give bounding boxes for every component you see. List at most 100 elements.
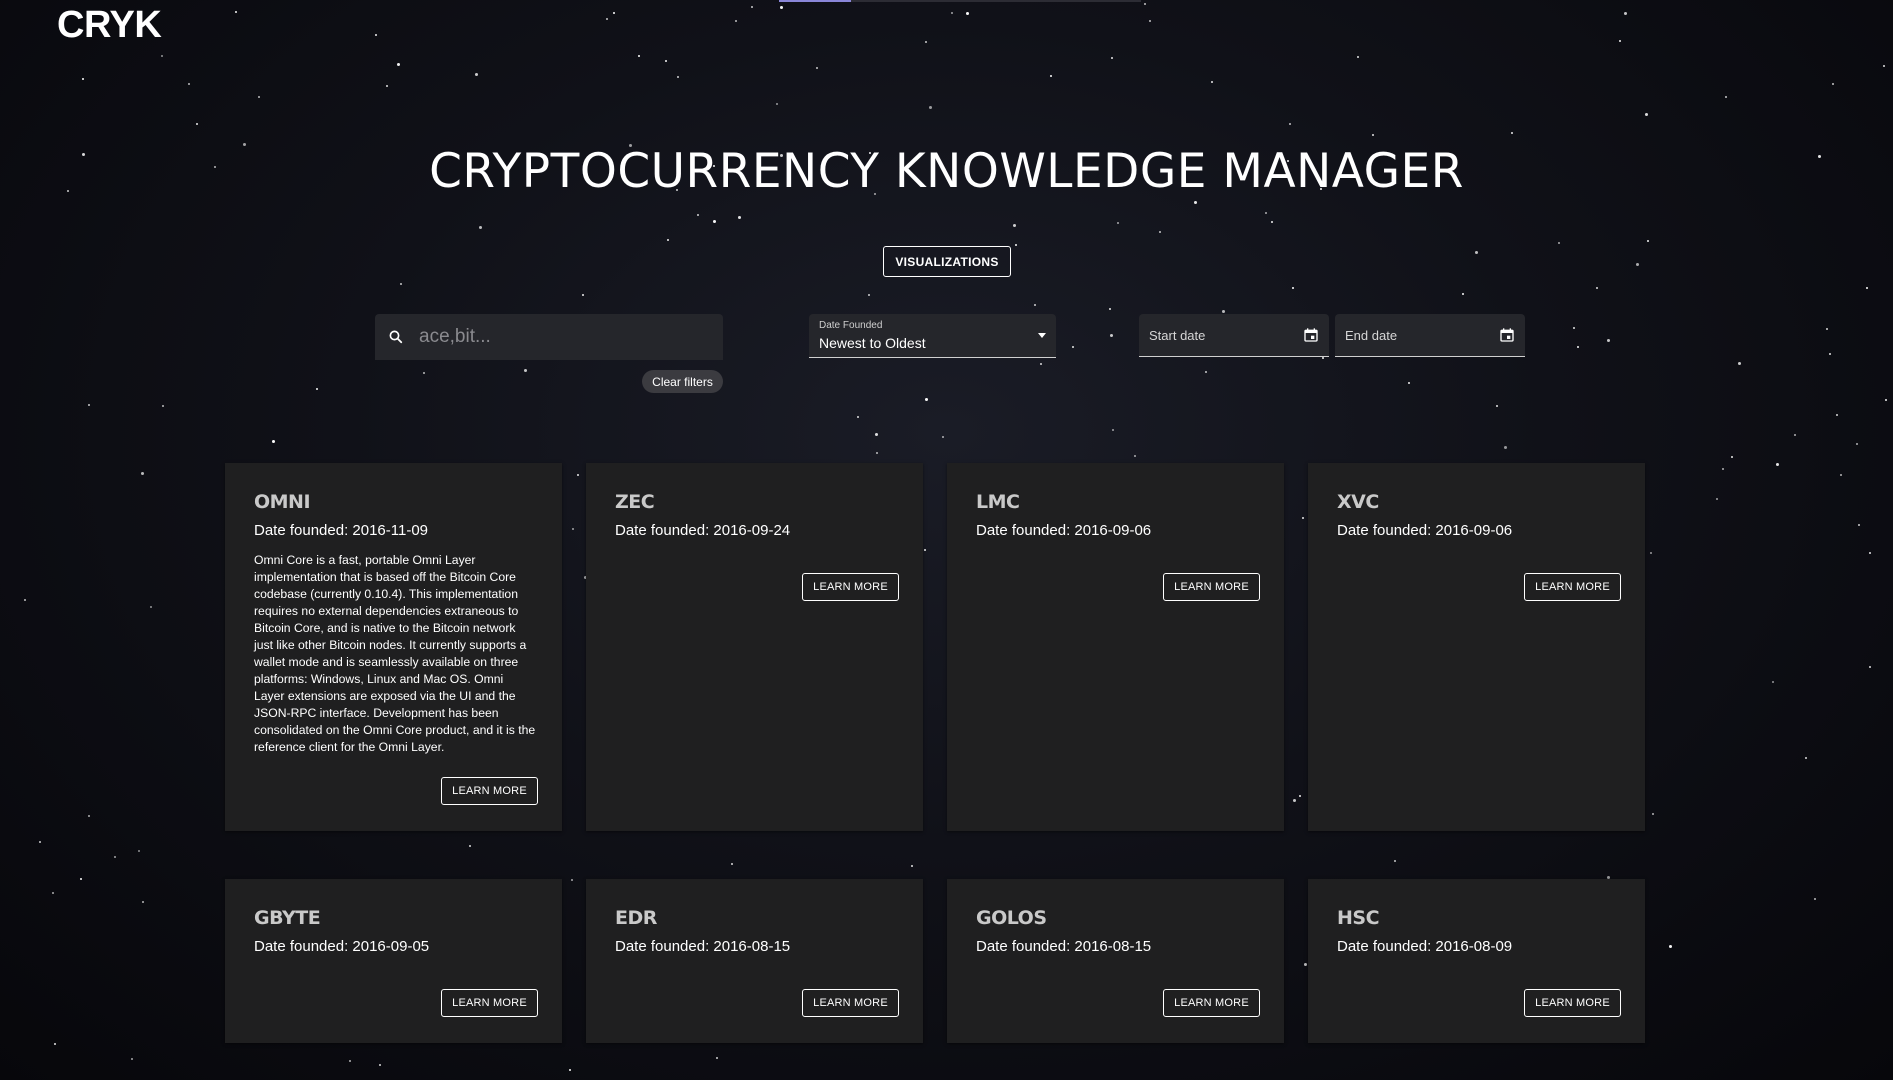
learn-more-button[interactable]: LEARN MORE: [441, 989, 538, 1017]
star-dot: [942, 436, 944, 438]
star-dot: [1869, 666, 1871, 668]
star-dot: [162, 405, 164, 407]
learn-more-button[interactable]: LEARN MORE: [1163, 989, 1260, 1017]
star-dot: [735, 20, 737, 22]
star-dot: [1504, 446, 1507, 449]
star-dot: [1408, 382, 1410, 384]
star-dot: [1299, 795, 1301, 797]
star-dot: [1211, 81, 1213, 83]
search-icon: [389, 330, 403, 344]
sort-select[interactable]: Date Founded Newest to Oldest: [809, 314, 1056, 358]
coin-date-founded: Date founded: 2016-09-06: [976, 522, 1152, 539]
coin-date-founded: Date founded: 2016-08-15: [615, 938, 791, 955]
star-dot: [1836, 414, 1838, 416]
star-dot: [1805, 757, 1807, 759]
star-dot: [1462, 293, 1464, 295]
coin-card: OMNI Date founded: 2016-11-09 Omni Core …: [225, 463, 562, 831]
progress-thumb: [779, 0, 851, 2]
learn-more-button[interactable]: LEARN MORE: [802, 989, 899, 1017]
coin-card: EDR Date founded: 2016-08-15 LEARN MORE: [586, 879, 923, 1043]
star-dot: [88, 404, 90, 406]
star-dot: [1159, 231, 1161, 233]
star-dot: [606, 18, 608, 20]
star-dot: [24, 599, 26, 601]
star-dot: [572, 528, 574, 530]
star-dot: [479, 226, 482, 229]
star-dot: [751, 6, 753, 8]
clear-filters-button[interactable]: Clear filters: [642, 370, 723, 393]
star-dot: [577, 474, 579, 476]
star-dot: [1725, 96, 1727, 98]
star-dot: [924, 549, 926, 551]
star-dot: [1205, 371, 1207, 373]
star-dot: [1645, 113, 1648, 116]
star-dot: [677, 76, 679, 78]
end-date-field[interactable]: End date: [1335, 314, 1525, 357]
star-dot: [1475, 251, 1478, 254]
star-dot: [1292, 287, 1294, 289]
star-dot: [379, 1064, 381, 1066]
star-dot: [375, 34, 377, 36]
star-dot: [141, 472, 144, 475]
star-dot: [386, 85, 388, 87]
start-date-placeholder: Start date: [1149, 327, 1206, 343]
star-dot: [1293, 799, 1296, 802]
coin-description: Omni Core is a fast, portable Omni Layer…: [254, 553, 536, 754]
visualizations-button[interactable]: VISUALIZATIONS: [883, 246, 1011, 277]
learn-more-button[interactable]: LEARN MORE: [1163, 573, 1260, 601]
star-dot: [868, 294, 870, 296]
page-title: CRYPTOCURRENCY KNOWLEDGE MANAGER: [429, 144, 1464, 199]
coin-symbol: LMC: [976, 491, 1020, 513]
coin-symbol: ZEC: [615, 491, 655, 513]
dropdown-caret-icon: [1038, 333, 1046, 338]
learn-more-button[interactable]: LEARN MORE: [802, 573, 899, 601]
star-dot: [1040, 363, 1042, 365]
coin-date-founded: Date founded: 2016-09-24: [615, 522, 791, 539]
star-dot: [1647, 240, 1649, 242]
star-dot: [1858, 524, 1860, 526]
star-dot: [1496, 405, 1498, 407]
calendar-icon[interactable]: [1303, 327, 1319, 343]
star-dot: [1511, 132, 1513, 134]
star-dot: [1304, 963, 1307, 966]
logo[interactable]: CRYK: [57, 4, 162, 47]
coin-card: GOLOS Date founded: 2016-08-15 LEARN MOR…: [947, 879, 1284, 1043]
learn-more-button[interactable]: LEARN MORE: [1524, 573, 1621, 601]
sort-select-label: Date Founded: [819, 320, 883, 331]
star-dot: [131, 1058, 133, 1060]
star-dot: [475, 73, 478, 76]
star-dot: [349, 1060, 351, 1062]
star-dot: [1357, 56, 1359, 58]
coin-symbol: HSC: [1337, 907, 1380, 929]
sort-select-value: Newest to Oldest: [819, 335, 926, 351]
star-dot: [423, 372, 425, 374]
star-dot: [235, 11, 237, 13]
coin-card: LMC Date founded: 2016-09-06 LEARN MORE: [947, 463, 1284, 831]
search-input[interactable]: [417, 316, 723, 358]
learn-more-button[interactable]: LEARN MORE: [1524, 989, 1621, 1017]
star-dot: [1034, 304, 1036, 306]
star-dot: [638, 55, 640, 57]
star-dot: [272, 440, 275, 443]
search-field[interactable]: [375, 314, 723, 360]
coin-card: ZEC Date founded: 2016-09-24 LEARN MORE: [586, 463, 923, 831]
star-dot: [738, 216, 741, 219]
star-dot: [1573, 327, 1575, 329]
start-date-field[interactable]: Start date: [1139, 314, 1329, 357]
star-dot: [713, 220, 716, 223]
star-dot: [1577, 346, 1579, 348]
star-dot: [1814, 898, 1816, 900]
star-dot: [1619, 40, 1621, 42]
star-dot: [1596, 287, 1598, 289]
learn-more-button[interactable]: LEARN MORE: [441, 777, 538, 805]
calendar-icon[interactable]: [1499, 327, 1515, 343]
star-dot: [875, 433, 878, 436]
star-dot: [1869, 552, 1871, 554]
star-dot: [1716, 498, 1718, 500]
coin-symbol: OMNI: [254, 491, 311, 513]
star-dot: [80, 878, 82, 880]
star-dot: [1265, 212, 1267, 214]
star-dot: [1840, 474, 1842, 476]
star-dot: [1866, 287, 1868, 289]
star-dot: [1111, 57, 1113, 59]
